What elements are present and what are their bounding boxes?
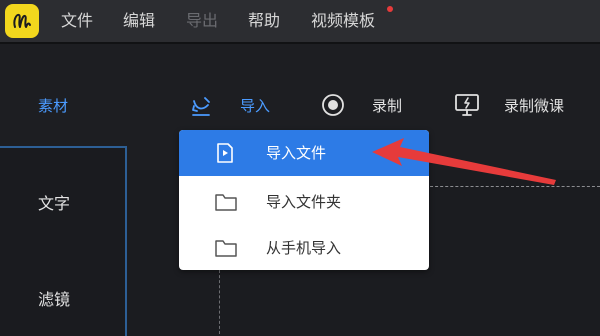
sidebar-item-text[interactable]: 文字 [38,194,70,214]
title-bar: 文件 编辑 导出 帮助 视频模板 [0,0,600,42]
canvas-guide-vertical [219,270,220,334]
notification-dot [387,6,393,12]
app-logo-icon [13,13,31,28]
dropdown-item-import-folder[interactable]: 导入文件夹 [179,179,429,225]
dropdown-item-label: 从手机导入 [266,239,342,257]
sidebar-item-filter[interactable]: 滤镜 [38,290,70,310]
record-button[interactable]: 录制 [372,96,402,116]
menu-video-templates[interactable]: 视频模板 [311,11,375,31]
dropdown-item-import-from-phone[interactable]: 从手机导入 [179,225,429,270]
video-file-icon [216,143,234,167]
canvas-guide-horizontal [425,186,600,187]
app-logo[interactable] [5,4,39,38]
sidebar: 文字 滤镜 [0,146,127,336]
menu-file[interactable]: 文件 [61,11,93,31]
dropdown-item-import-file[interactable]: 导入文件 [179,130,429,176]
tab-material[interactable]: 素材 [38,96,68,116]
folder-icon [214,238,238,262]
menu-help[interactable]: 帮助 [248,11,280,31]
import-dropdown-menu: 导入文件 导入文件夹 从手机导入 [179,130,429,270]
menu-export[interactable]: 导出 [186,11,218,31]
import-button[interactable]: 导入 [240,96,270,116]
dropdown-item-label: 导入文件 [266,144,327,162]
folder-icon [214,192,238,216]
dropdown-item-label: 导入文件夹 [266,193,342,211]
import-icon[interactable] [188,93,214,123]
record-lesson-icon[interactable] [453,91,481,123]
record-micro-lesson-button[interactable]: 录制微课 [504,96,564,116]
menu-edit[interactable]: 编辑 [123,11,155,31]
record-icon[interactable] [321,93,345,121]
